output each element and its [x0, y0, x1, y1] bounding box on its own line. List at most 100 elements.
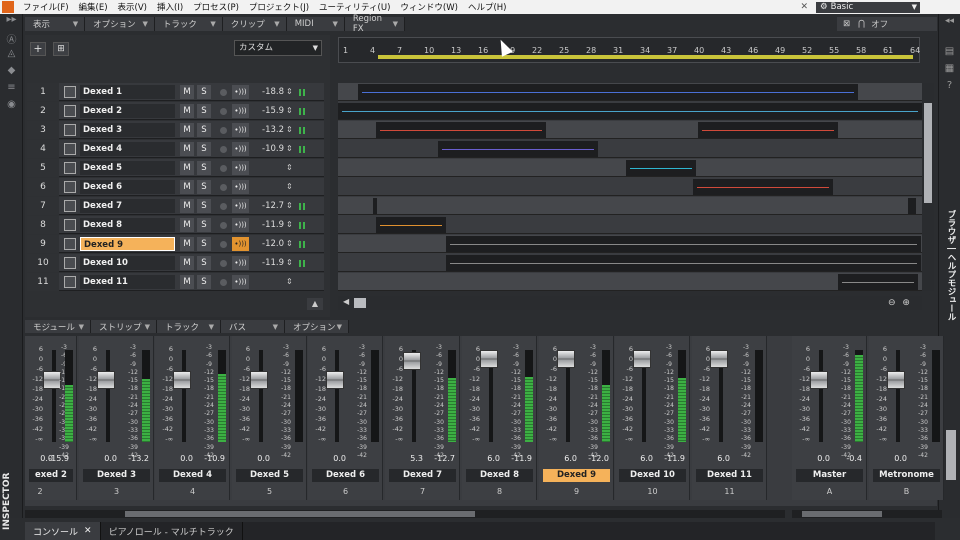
synth-icon[interactable] [64, 143, 76, 155]
volume-stepper-icon[interactable]: ⇕ [286, 159, 293, 177]
clips-pane[interactable] [338, 83, 922, 291]
record-arm-button[interactable] [220, 203, 227, 210]
track-row[interactable]: 3 Dexed 3 M S •))) -13.2 ⇕ [27, 121, 324, 139]
peak-value[interactable]: -0.4 [832, 454, 862, 463]
mute-button[interactable]: M [180, 199, 194, 213]
track-row[interactable]: 2 Dexed 2 M S •))) -15.9 ⇕ [27, 102, 324, 120]
mute-button[interactable]: M [180, 237, 194, 251]
volume-value[interactable]: 0.0 [155, 454, 193, 463]
mute-button[interactable]: M [180, 218, 194, 232]
volume-value[interactable]: 0.0 [869, 454, 907, 463]
track-name[interactable]: Dexed 8 [80, 218, 175, 232]
vscroll-thumb[interactable] [924, 103, 932, 203]
clip-lane[interactable] [338, 140, 922, 158]
input-echo-button[interactable]: •))) [232, 123, 249, 137]
strip-name[interactable]: Metronome [873, 469, 940, 482]
track-name[interactable]: Dexed 2 [80, 104, 175, 118]
record-arm-button[interactable] [220, 184, 227, 191]
strip-name[interactable]: Dexed 10 [619, 469, 686, 482]
record-arm-button[interactable] [220, 89, 227, 96]
input-echo-button[interactable]: •))) [232, 161, 249, 175]
volume-value[interactable]: 0.0 [308, 454, 346, 463]
synth-icon[interactable] [64, 238, 76, 250]
clip-lane[interactable] [338, 254, 922, 272]
track-preset-select[interactable]: カスタム ▼ [234, 40, 322, 56]
track-row[interactable]: 7 Dexed 7 M S •))) -12.7 ⇕ [27, 197, 324, 215]
strip-name[interactable]: Dexed 7 [389, 469, 456, 482]
midi-clip[interactable] [698, 122, 838, 138]
clip-lane[interactable] [338, 83, 922, 101]
zoom-out-icon[interactable]: ⊖ [888, 298, 896, 308]
synth-icon[interactable] [64, 105, 76, 117]
clip-lane[interactable] [338, 178, 922, 196]
volume-stepper-icon[interactable]: ⇕ [286, 235, 293, 253]
media-icon[interactable]: ▦ [939, 63, 960, 74]
track-row[interactable]: 4 Dexed 4 M S •))) -10.9 ⇕ [27, 140, 324, 158]
track-name[interactable]: Dexed 5 [80, 161, 175, 175]
mute-button[interactable]: M [180, 123, 194, 137]
mute-button[interactable]: M [180, 104, 194, 118]
console-menu-3[interactable]: バス ▼ [221, 320, 285, 333]
synth-icon[interactable] [64, 181, 76, 193]
loop-region[interactable] [378, 55, 913, 59]
console-menu-4[interactable]: オプション ▼ [285, 320, 349, 333]
volume-stepper-icon[interactable]: ⇕ [286, 102, 293, 120]
midi-clip[interactable] [626, 160, 696, 176]
volume-value[interactable]: 5.3 [385, 454, 423, 463]
track-name[interactable]: Dexed 11 [80, 275, 175, 289]
input-echo-button[interactable]: •))) [232, 275, 249, 289]
console-menu-2[interactable]: トラック ▼ [157, 320, 221, 333]
strip-name[interactable]: Dexed 3 [83, 469, 150, 482]
mute-button[interactable]: M [180, 180, 194, 194]
peak-value[interactable]: -12.0 [579, 454, 609, 463]
midi-clip[interactable] [908, 198, 916, 214]
console-hscroll[interactable] [25, 510, 785, 518]
input-echo-button[interactable]: •))) [232, 237, 249, 251]
record-arm-button[interactable] [220, 241, 227, 248]
peak-value[interactable]: -11.9 [502, 454, 532, 463]
tool-b-icon[interactable]: ◬ [0, 48, 23, 65]
peak-value[interactable]: -12.7 [425, 454, 455, 463]
record-arm-button[interactable] [220, 165, 227, 172]
track-menu-4[interactable]: MIDI ▼ [286, 17, 345, 31]
midi-clip[interactable] [373, 198, 377, 214]
help-icon[interactable]: ? [939, 80, 960, 91]
solo-button[interactable]: S [197, 104, 211, 118]
tab-1[interactable]: ピアノロール - マルチトラック [101, 522, 243, 540]
track-menu-2[interactable]: トラック ▼ [154, 17, 223, 31]
synth-icon[interactable] [64, 219, 76, 231]
console-bus-hscroll[interactable] [792, 510, 942, 518]
list-icon[interactable]: ≡ [0, 82, 23, 99]
synth-icon[interactable] [64, 124, 76, 136]
track-menu-0[interactable]: 表示 ▼ [25, 17, 86, 31]
synth-icon[interactable] [64, 162, 76, 174]
midi-clip[interactable] [338, 103, 922, 119]
strip-name[interactable]: Master [796, 469, 863, 482]
mute-button[interactable]: M [180, 256, 194, 270]
volume-fader[interactable] [633, 350, 651, 368]
menu-item-5[interactable]: プロジェクト(J) [244, 1, 314, 13]
menu-item-8[interactable]: ヘルプ(H) [463, 1, 512, 13]
clip-lane[interactable] [338, 197, 922, 215]
strip-name[interactable]: Dexed 9 [543, 469, 610, 482]
track-name[interactable]: Dexed 6 [80, 180, 175, 194]
midi-clip[interactable] [438, 141, 598, 157]
console-vscroll-thumb[interactable] [946, 430, 956, 480]
solo-button[interactable]: S [197, 256, 211, 270]
strip-name[interactable]: Dexed 5 [236, 469, 303, 482]
track-name[interactable]: Dexed 7 [80, 199, 175, 213]
console-menu-1[interactable]: ストリップ ▼ [91, 320, 157, 333]
volume-stepper-icon[interactable]: ⇕ [286, 178, 293, 196]
track-name[interactable]: Dexed 9 [80, 237, 175, 251]
track-volume-value[interactable]: -11.9 [252, 216, 284, 234]
track-volume-value[interactable]: -12.7 [252, 197, 284, 215]
midi-clip[interactable] [693, 179, 833, 195]
track-volume-value[interactable]: -11.9 [252, 254, 284, 272]
record-arm-button[interactable] [220, 108, 227, 115]
inspector-label[interactable]: INSPECTOR [2, 470, 20, 530]
mute-button[interactable]: M [180, 275, 194, 289]
track-row[interactable]: 9 Dexed 9 M S •))) -12.0 ⇕ [27, 235, 324, 253]
mute-button[interactable]: M [180, 161, 194, 175]
clip-lane[interactable] [338, 216, 922, 234]
track-row[interactable]: 1 Dexed 1 M S •))) -18.8 ⇕ [27, 83, 324, 101]
